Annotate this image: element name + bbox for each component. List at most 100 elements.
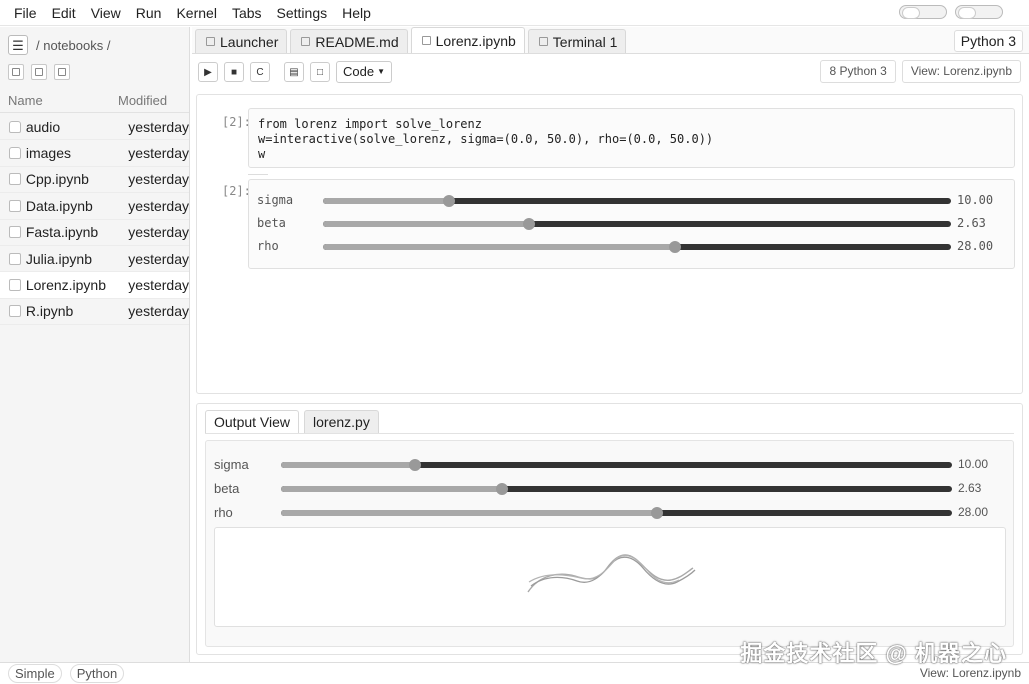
- file-name: Julia.ipynb: [25, 250, 92, 267]
- file-modified: yesterday: [128, 277, 189, 294]
- upload-icon[interactable]: [54, 64, 70, 80]
- notebook-icon: [9, 252, 21, 265]
- save-icon[interactable]: ▤: [284, 62, 304, 82]
- file-modified: yesterday: [128, 250, 189, 267]
- menu-kernel[interactable]: Kernel: [169, 0, 223, 26]
- file-name: Cpp.ipynb: [25, 171, 89, 188]
- file-row[interactable]: R.ipynb yesterday: [0, 299, 189, 326]
- slider-beta[interactable]: [323, 218, 951, 230]
- notebook-icon: [9, 305, 21, 318]
- kernel-status[interactable]: 8 Python 3: [820, 60, 896, 83]
- view-selector[interactable]: View: Lorenz.ipynb: [901, 60, 1021, 83]
- slider-handle[interactable]: [523, 218, 536, 230]
- slider-fill: [281, 486, 502, 492]
- stop-icon[interactable]: ■: [224, 62, 244, 82]
- column-name[interactable]: Name: [0, 93, 118, 108]
- cell-type-select[interactable]: Code ▼: [336, 61, 392, 83]
- new-launcher-icon[interactable]: [8, 64, 24, 80]
- slider-value-sigma: 10.00: [957, 193, 994, 207]
- menu-tabs[interactable]: Tabs: [225, 0, 269, 26]
- cell-divider: [248, 174, 268, 175]
- trajectory-line: [527, 554, 694, 593]
- slider-handle[interactable]: [442, 195, 455, 207]
- menu-help[interactable]: Help: [335, 0, 378, 26]
- tab-readme-md[interactable]: README.md: [290, 29, 408, 53]
- simple-mode-toggle[interactable]: Simple: [8, 664, 62, 683]
- widget-output-cell: sigma 10.00 beta 2.63 rho 28.00: [248, 179, 1015, 269]
- lorenz-plot: [214, 527, 1006, 627]
- status-view-label: View: Lorenz.ipynb: [919, 666, 1021, 680]
- menu-settings[interactable]: Settings: [270, 0, 335, 26]
- slider-handle[interactable]: [668, 241, 681, 253]
- notebook-icon: [9, 173, 21, 186]
- menu-edit[interactable]: Edit: [45, 0, 83, 26]
- slider-fill: [323, 221, 530, 227]
- input-prompt: [2]:: [222, 115, 251, 129]
- language-indicator[interactable]: Python: [69, 664, 125, 683]
- slider-sigma[interactable]: [281, 459, 952, 471]
- tab-lorenz-py[interactable]: lorenz.py: [304, 410, 379, 433]
- menu-bar: File Edit View Run Kernel Tabs Settings …: [0, 0, 1029, 26]
- slider-sigma[interactable]: [323, 195, 951, 207]
- slider-rho[interactable]: [323, 241, 951, 253]
- column-modified[interactable]: Modified: [118, 93, 167, 108]
- file-name: Lorenz.ipynb: [25, 277, 107, 294]
- file-row[interactable]: Julia.ipynb yesterday: [0, 246, 189, 273]
- tab-icon: [301, 37, 311, 46]
- code-line: w=interactive(solve_lorenz, sigma=(0.0, …: [258, 132, 714, 146]
- notebook-panel: [2]: from lorenz import solve_lorenz w=i…: [196, 94, 1023, 394]
- new-folder-icon[interactable]: [31, 64, 47, 80]
- file-row[interactable]: Cpp.ipynb yesterday: [0, 167, 189, 194]
- file-row[interactable]: images yesterday: [0, 140, 189, 167]
- folder-icon: [9, 120, 21, 133]
- toggle-switch-2[interactable]: [955, 5, 1003, 19]
- cell-icon[interactable]: □: [310, 62, 330, 82]
- slider-fill: [323, 244, 675, 250]
- file-row[interactable]: Data.ipynb yesterday: [0, 193, 189, 220]
- notebook-icon: [9, 199, 21, 212]
- slider-label-rho: rho: [257, 239, 279, 253]
- restart-button[interactable]: C: [250, 62, 270, 82]
- output-view-tabs: Output View lorenz.py: [205, 410, 379, 433]
- file-row[interactable]: Lorenz.ipynb yesterday: [0, 272, 189, 299]
- code-cell[interactable]: from lorenz import solve_lorenz w=intera…: [248, 108, 1015, 168]
- breadcrumb: ☰ / notebooks /: [8, 35, 110, 55]
- file-row[interactable]: audio yesterday: [0, 114, 189, 141]
- file-browser-toolbar: [8, 64, 70, 80]
- watermark: 掘金技术社区 @ 机器之心: [740, 641, 1007, 666]
- menu-run[interactable]: Run: [129, 0, 169, 26]
- slider-handle[interactable]: [409, 459, 422, 471]
- menu-icon[interactable]: ☰: [8, 35, 28, 55]
- menu-view[interactable]: View: [84, 0, 128, 26]
- run-icon[interactable]: ▶: [198, 62, 218, 82]
- tab-label: Lorenz.ipynb: [435, 32, 516, 49]
- slider-value-rho: 28.00: [958, 505, 989, 519]
- tab-output-view[interactable]: Output View: [205, 410, 300, 433]
- tab-launcher[interactable]: Launcher: [195, 29, 288, 53]
- slider-label-sigma: sigma: [214, 457, 249, 472]
- cell-type-value: Code: [343, 64, 375, 79]
- slider-rho[interactable]: [281, 507, 952, 519]
- slider-beta[interactable]: [281, 483, 952, 495]
- file-modified: yesterday: [128, 145, 189, 162]
- slider-handle[interactable]: [495, 483, 508, 495]
- tab-lorenz-ipynb[interactable]: Lorenz.ipynb: [410, 27, 525, 53]
- tab-terminal-1[interactable]: Terminal 1: [527, 29, 627, 53]
- menu-file[interactable]: File: [7, 0, 44, 26]
- file-modified: yesterday: [128, 118, 189, 135]
- file-name: audio: [25, 118, 61, 135]
- window-toggles: [899, 5, 1003, 19]
- toggle-switch-1[interactable]: [899, 5, 947, 19]
- slider-label-beta: beta: [214, 481, 240, 496]
- file-browser: ☰ / notebooks / Name Modified audio yeste…: [0, 27, 190, 662]
- slider-handle[interactable]: [650, 507, 663, 519]
- folder-icon: [9, 147, 21, 160]
- file-row[interactable]: Fasta.ipynb yesterday: [0, 220, 189, 246]
- breadcrumb-path[interactable]: / notebooks /: [36, 38, 110, 53]
- tab-label: README.md: [315, 33, 399, 50]
- kernel-name-badge[interactable]: Python 3: [953, 30, 1023, 52]
- slider-value-beta: 2.63: [958, 481, 982, 495]
- notebook-toolbar: ▶ ■ C ▤ □ Code ▼ 8 Python 3 View: Lorenz…: [192, 56, 1029, 88]
- slider-value-beta: 2.63: [957, 216, 986, 230]
- notebook-icon: [9, 226, 21, 239]
